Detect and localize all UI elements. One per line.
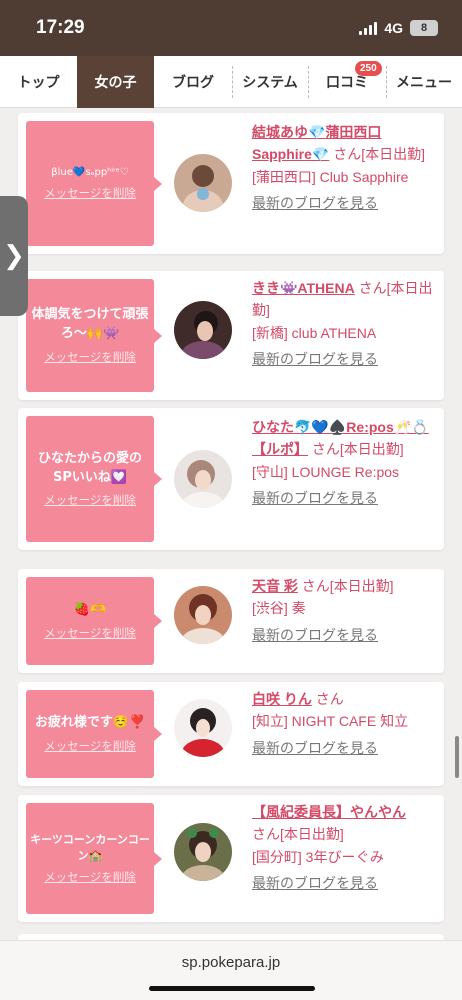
honorific: さん <box>252 826 280 843</box>
message-text: お疲れ様です☺️❣️ <box>34 715 146 731</box>
shop-location: [蒲田西口] Club Sapphire <box>252 168 409 185</box>
message-text: βlue💙sₐppʰⁱʳᵉ♡ <box>51 166 129 178</box>
avatar[interactable] <box>174 450 232 508</box>
status-bar: 17:29 4G 8 <box>0 0 462 56</box>
shop-location: [国分町] 3年びーぐみ <box>252 848 384 865</box>
home-indicator[interactable] <box>149 986 315 991</box>
girl-info: 白咲 りん さん [知立] NIGHT CAFE 知立 最新のブログを見る <box>252 688 436 759</box>
honorific: さん <box>301 578 330 594</box>
honorific: さん <box>333 146 362 163</box>
girl-name-link[interactable]: きき👾ATHENA <box>252 280 355 296</box>
girl-name-link[interactable]: 白咲 りん <box>252 691 312 707</box>
avatar[interactable] <box>174 823 232 881</box>
reviews-count-badge: 250 <box>355 61 382 76</box>
shop-location: [知立] NIGHT CAFE 知立 <box>252 713 409 730</box>
message-card: キーツコーンカーンコーン🏫 メッセージを削除 【風紀委員長】やんやん さん[本日… <box>18 795 444 922</box>
shop-location: [守山] LOUNGE Re:pos <box>252 463 400 480</box>
delete-message-link[interactable]: メッセージを削除 <box>30 185 150 201</box>
work-status: [本日出勤] <box>361 146 426 163</box>
scrollbar[interactable] <box>455 736 459 778</box>
message-text: 🍓🫶 <box>73 602 107 618</box>
message-bubble: ひなたからの愛のSPいいね💟 メッセージを削除 <box>26 416 162 542</box>
work-status: [本日出勤] <box>329 578 394 594</box>
network-label: 4G <box>384 20 403 36</box>
latest-blog-link[interactable]: 最新のブログを見る <box>252 487 436 509</box>
message-bubble: 体調気をつけて頑張ろ〜🙌👾 メッセージを削除 <box>26 279 162 392</box>
message-text: 体調気をつけて頑張ろ〜🙌👾 <box>31 307 149 341</box>
url-text: sp.pokepara.jp <box>181 954 281 971</box>
chevron-right-icon: ❯ <box>3 241 25 271</box>
delete-message-link[interactable]: メッセージを削除 <box>30 738 150 754</box>
tab-girls[interactable]: 女の子 <box>77 56 154 108</box>
girl-info: きき👾ATHENA さん[本日出勤] [新橋] club ATHENA 最新のブ… <box>252 277 436 371</box>
latest-blog-link[interactable]: 最新のブログを見る <box>252 737 436 759</box>
battery-icon: 8 <box>410 20 438 36</box>
message-bubble: 🍓🫶 メッセージを削除 <box>26 577 162 665</box>
avatar[interactable] <box>174 699 232 757</box>
work-status: [本日出勤] <box>280 826 344 843</box>
signal-icon <box>359 21 378 35</box>
latest-blog-link[interactable]: 最新のブログを見る <box>252 348 436 370</box>
latest-blog-link[interactable]: 最新のブログを見る <box>252 624 436 646</box>
browser-url-bar[interactable]: sp.pokepara.jp <box>0 940 462 1000</box>
girl-info: 結城あゆ💎蒲田西口Sapphire💎 さん[本日出勤] [蒲田西口] Club … <box>252 121 436 215</box>
latest-blog-link[interactable]: 最新のブログを見る <box>252 872 436 894</box>
message-card: 体調気をつけて頑張ろ〜🙌👾 メッセージを削除 きき👾ATHENA さん[本日出勤… <box>18 271 444 400</box>
message-card: ひなたからの愛のSPいいね💟 メッセージを削除 ひなた🐬💙♠️Re:pos🥂💍【… <box>18 408 444 550</box>
girl-info: 【風紀委員長】やんやん さん[本日出勤] [国分町] 3年びーぐみ 最新のブログ… <box>252 801 436 895</box>
message-text: ひなたからの愛のSPいいね💟 <box>37 450 142 485</box>
delete-message-link[interactable]: メッセージを削除 <box>30 625 150 641</box>
message-bubble: キーツコーンカーンコーン🏫 メッセージを削除 <box>26 803 162 914</box>
tab-system[interactable]: システム <box>232 56 308 108</box>
girl-info: 天音 彩 さん[本日出勤] [渋谷] 奏 最新のブログを見る <box>252 575 436 646</box>
message-card: お疲れ様です☺️❣️ メッセージを削除 白咲 りん さん [知立] NIGHT … <box>18 682 444 786</box>
status-time: 17:29 <box>36 17 85 38</box>
side-drawer-handle[interactable]: ❯ <box>0 196 28 316</box>
message-card: βlue💙sₐppʰⁱʳᵉ♡ メッセージを削除 結城あゆ💎蒲田西口Sapphir… <box>18 113 444 254</box>
delete-message-link[interactable]: メッセージを削除 <box>30 869 150 885</box>
top-navigation: トップ 女の子 ブログ システム 口コミ 250 メニュー <box>0 56 462 108</box>
delete-message-link[interactable]: メッセージを削除 <box>30 349 150 365</box>
avatar[interactable] <box>174 586 232 644</box>
tab-menu[interactable]: メニュー <box>386 56 462 108</box>
shop-location: [渋谷] 奏 <box>252 600 306 617</box>
avatar[interactable] <box>174 154 232 212</box>
message-text: キーツコーンカーンコーン🏫 <box>30 833 150 862</box>
tab-top[interactable]: トップ <box>0 56 77 108</box>
avatar[interactable] <box>174 301 232 359</box>
delete-message-link[interactable]: メッセージを削除 <box>30 492 150 508</box>
tab-blog[interactable]: ブログ <box>154 56 232 108</box>
message-card: 🍓🫶 メッセージを削除 天音 彩 さん[本日出勤] [渋谷] 奏 最新のブログを… <box>18 569 444 673</box>
message-bubble: お疲れ様です☺️❣️ メッセージを削除 <box>26 690 162 778</box>
honorific: さん <box>311 441 340 458</box>
girl-info: ひなた🐬💙♠️Re:pos🥂💍【ルポ】 さん[本日出勤] [守山] LOUNGE… <box>252 416 436 510</box>
honorific: さん <box>358 280 387 296</box>
status-icons: 4G 8 <box>359 20 438 36</box>
message-bubble: βlue💙sₐppʰⁱʳᵉ♡ メッセージを削除 <box>26 121 162 246</box>
work-status: [本日出勤] <box>339 441 404 458</box>
girl-name-link[interactable]: 【風紀委員長】やんやん <box>252 804 406 820</box>
message-list: βlue💙sₐppʰⁱʳᵉ♡ メッセージを削除 結城あゆ💎蒲田西口Sapphir… <box>0 108 462 940</box>
shop-location: [新橋] club ATHENA <box>252 324 377 341</box>
latest-blog-link[interactable]: 最新のブログを見る <box>252 192 436 214</box>
girl-name-link[interactable]: 天音 彩 <box>252 578 298 594</box>
honorific: さん <box>315 691 344 707</box>
